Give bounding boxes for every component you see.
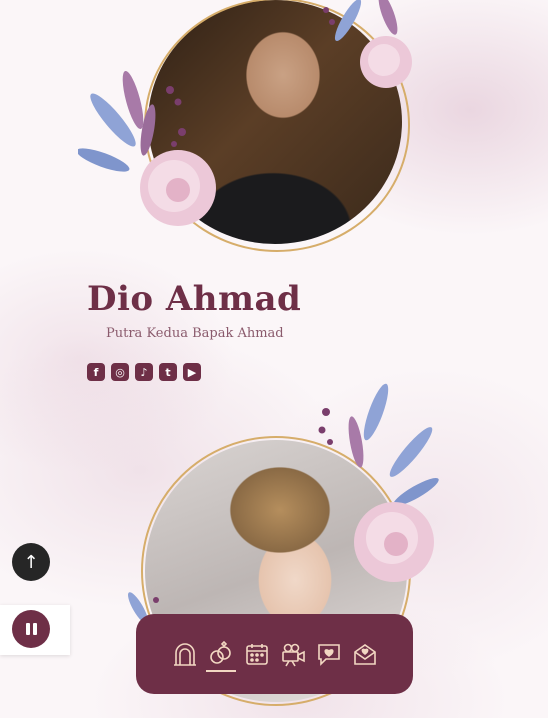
- nav-calendar[interactable]: [242, 634, 272, 674]
- facebook-icon[interactable]: f: [87, 363, 105, 381]
- scroll-to-top-button[interactable]: ↑: [12, 543, 50, 581]
- calendar-icon: [245, 644, 268, 665]
- nav-couple-arch[interactable]: [170, 634, 200, 674]
- nav-love-chat[interactable]: [314, 634, 344, 674]
- nav-rings[interactable]: [205, 634, 236, 674]
- music-pause-button[interactable]: [12, 610, 50, 648]
- nav-envelope[interactable]: [350, 634, 380, 674]
- video-camera-icon: [281, 643, 305, 667]
- youtube-icon[interactable]: ▶: [183, 363, 201, 381]
- envelope-icon: [353, 644, 376, 665]
- groom-name: Dio Ahmad: [87, 279, 302, 319]
- groom-photo-ring: [144, 0, 410, 252]
- twitter-icon[interactable]: t: [159, 363, 177, 381]
- groom-parent-text: Putra Kedua Bapak Ahmad: [106, 326, 284, 341]
- nav-video[interactable]: [278, 634, 308, 674]
- tiktok-icon[interactable]: ♪: [135, 363, 153, 381]
- social-links: f ◎ ♪ t ▶: [87, 363, 201, 381]
- rings-icon: [209, 641, 231, 664]
- pause-icon: [25, 623, 30, 635]
- bottom-navigation: [136, 614, 413, 694]
- couple-arch-icon: [173, 643, 196, 666]
- love-chat-icon: [317, 644, 340, 666]
- instagram-icon[interactable]: ◎: [111, 363, 129, 381]
